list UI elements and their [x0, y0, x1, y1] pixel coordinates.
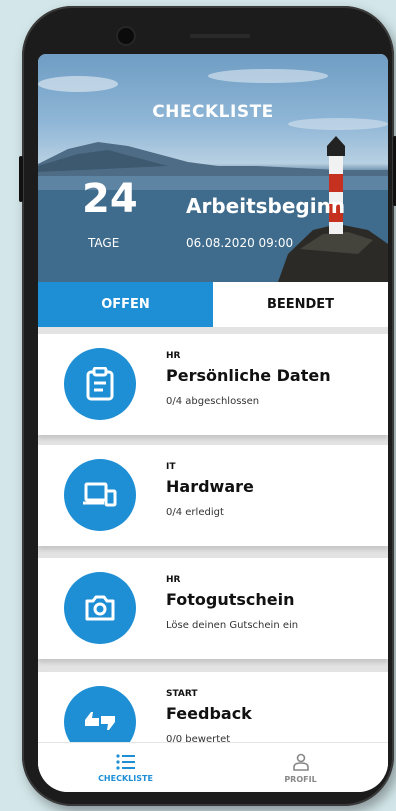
app-screen: CHECKLISTE 24 TAGE Arbeitsbeginn 06.08.2… [38, 54, 388, 792]
front-camera [118, 28, 134, 44]
nav-profil[interactable]: PROFIL [213, 743, 388, 792]
card-title: Hardware [166, 477, 254, 496]
page-title: CHECKLISTE [152, 102, 274, 122]
nav-label: CHECKLISTE [98, 773, 153, 783]
hero-header: CHECKLISTE 24 TAGE Arbeitsbeginn 06.08.2… [38, 54, 388, 282]
nav-checkliste[interactable]: CHECKLISTE [38, 743, 213, 792]
days-remaining-label: TAGE [88, 236, 120, 250]
card-category: HR [166, 575, 181, 585]
card-category: START [166, 689, 198, 699]
tab-offen[interactable]: OFFEN [38, 282, 213, 327]
card-title: Persönliche Daten [166, 366, 331, 385]
nav-label: PROFIL [284, 774, 317, 784]
card-title: Feedback [166, 704, 252, 723]
clipboard-icon [64, 348, 136, 420]
card-title: Fotogutschein [166, 590, 295, 609]
days-remaining-count: 24 [82, 176, 138, 222]
checklist-card-hardware[interactable]: IT Hardware 0/4 erledigt [38, 445, 388, 546]
bottom-navigation: CHECKLISTE PROFIL [38, 742, 388, 792]
event-datetime: 06.08.2020 09:00 [186, 236, 294, 250]
status-tabs: OFFEN BEENDET [38, 282, 388, 327]
checklist-card-persoenliche-daten[interactable]: HR Persönliche Daten 0/4 abgeschlossen [38, 334, 388, 435]
card-category: HR [166, 351, 181, 361]
card-subtitle: Löse deinen Gutschein ein [166, 620, 299, 631]
phone-side-button [19, 156, 23, 202]
card-subtitle: 0/4 erledigt [166, 507, 224, 518]
card-subtitle: 0/4 abgeschlossen [166, 396, 260, 407]
phone-frame: CHECKLISTE 24 TAGE Arbeitsbeginn 06.08.2… [19, 6, 396, 806]
profile-icon [292, 753, 309, 771]
tab-beendet[interactable]: BEENDET [213, 282, 388, 327]
card-category: IT [166, 462, 176, 472]
camera-icon [64, 572, 136, 644]
speaker-grille [190, 34, 250, 38]
checklist-card-fotogutschein[interactable]: HR Fotogutschein Löse deinen Gutschein e… [38, 558, 388, 659]
event-title: Arbeitsbeginn [186, 194, 346, 218]
devices-icon [64, 459, 136, 531]
list-icon [115, 753, 135, 770]
